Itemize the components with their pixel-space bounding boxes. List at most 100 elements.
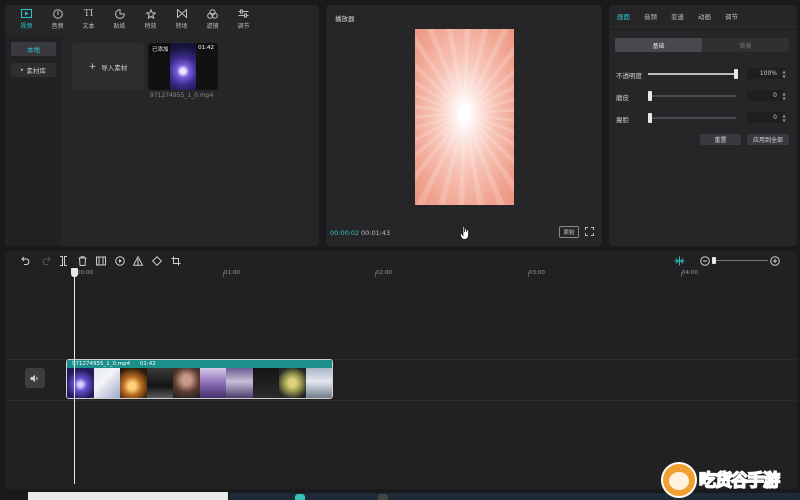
track-mute-button[interactable] (25, 368, 45, 388)
toolbar-transition[interactable]: 转场 (166, 5, 197, 33)
film-frame (279, 368, 306, 398)
toolbar-text[interactable]: TI 文本 (73, 5, 104, 33)
basic-background-toggle: 基础 背景 (615, 38, 789, 52)
aspect-ratio-button[interactable]: 原始 (559, 226, 579, 238)
toolbar-filter[interactable]: 滤镜 (197, 5, 228, 33)
smooth-skin-value[interactable]: 0 (747, 90, 785, 101)
timeline-clip-name: 971274955_1_0.mp4 (72, 361, 131, 367)
toolbar-sticker[interactable]: 贴纸 (104, 5, 135, 33)
transition-icon (176, 8, 188, 19)
reverse-play-icon[interactable] (114, 255, 125, 266)
tab-animation[interactable]: 动画 (698, 5, 725, 29)
os-taskbar-left (28, 492, 228, 500)
sidebar-item-local[interactable]: 本地 (11, 42, 56, 56)
timeline-toolbar (5, 251, 797, 270)
player-panel: 播放器 00:00:02 00:01:43 原始 (326, 5, 602, 246)
segment-background[interactable]: 背景 (702, 38, 789, 52)
film-frame (120, 368, 147, 398)
watermark-mascot-face (669, 472, 689, 490)
delete-icon[interactable] (77, 255, 88, 266)
timeline-clip-duration: 01:42 (139, 361, 156, 367)
timeline-ruler[interactable]: 00:00 01:00 02:00 03:00 04:00 (69, 270, 797, 280)
sticker-icon (114, 8, 126, 19)
import-media-button[interactable]: + 导入素材 (72, 43, 144, 90)
smooth-skin-stepper[interactable]: ▲ ▼ (781, 90, 787, 101)
toolbar-effects[interactable]: 特效 (135, 5, 166, 33)
toolbar-video-label: 视频 (20, 23, 33, 30)
opacity-label: 不透明度 (616, 72, 642, 80)
sidebar-item-library[interactable]: ▸ 素材库 (11, 63, 56, 77)
playhead[interactable] (74, 269, 75, 484)
plus-icon: + (88, 61, 97, 72)
opacity-slider-fill (648, 73, 736, 75)
smooth-skin-slider[interactable] (648, 91, 736, 101)
mirror-icon[interactable] (132, 255, 143, 266)
media-clip-thumbnail[interactable]: 已添加 01:42 (148, 43, 218, 90)
media-sidebar: 本地 ▸ 素材库 (5, 35, 62, 246)
zoom-slider-knob[interactable] (712, 257, 716, 264)
zoom-slider[interactable] (712, 257, 768, 264)
effects-icon (145, 8, 157, 19)
toolbar-audio-label: 音频 (51, 23, 64, 30)
slim-face-label: 瘦脸 (616, 116, 629, 124)
taskbar-app-icon[interactable] (378, 494, 388, 500)
clip-filmstrip (67, 368, 332, 398)
smooth-skin-label: 磨皮 (616, 94, 629, 102)
audio-icon (52, 8, 64, 19)
reset-button[interactable]: 重置 (700, 134, 741, 145)
opacity-slider[interactable] (648, 69, 738, 79)
watermark-logo: 吃货谷手游 (661, 460, 800, 500)
timeline-panel: 00:00 01:00 02:00 03:00 04:00 971274955_… (5, 251, 797, 489)
toolbar-sticker-label: 贴纸 (113, 23, 126, 30)
slim-face-stepper[interactable]: ▲ ▼ (781, 112, 787, 123)
apply-to-all-button[interactable]: 应用到全部 (747, 134, 789, 145)
undo-icon[interactable] (20, 255, 31, 266)
zoom-in-icon[interactable] (769, 255, 780, 266)
film-frame (305, 368, 332, 398)
split-icon[interactable] (58, 255, 69, 266)
caret-right-icon: ▸ (20, 67, 24, 73)
slim-face-slider-knob[interactable] (648, 113, 652, 123)
clip-header: 971274955_1_0.mp4 01:42 (67, 360, 332, 368)
tab-audio[interactable]: 音频 (644, 5, 671, 29)
rotate-icon[interactable] (151, 255, 162, 266)
toolbar-video[interactable]: 视频 (11, 5, 42, 33)
fullscreen-icon[interactable] (585, 227, 594, 236)
text-icon: TI (83, 8, 94, 19)
tab-adjust[interactable]: 调节 (725, 5, 752, 29)
opacity-value[interactable]: 100% (747, 68, 785, 79)
ruler-label: 02:00 (376, 270, 392, 276)
ruler-label: 03:00 (529, 270, 545, 276)
added-badge: 已添加 (151, 45, 170, 53)
freeze-frame-icon[interactable] (95, 255, 106, 266)
toolbar-effects-label: 特效 (144, 23, 157, 30)
redo-icon[interactable] (40, 255, 51, 266)
adjust-icon (238, 8, 250, 19)
toolbar-text-label: 文本 (82, 23, 95, 30)
toolbar-audio[interactable]: 音频 (42, 5, 73, 33)
opacity-slider-knob[interactable] (734, 69, 738, 79)
opacity-stepper[interactable]: ▲ ▼ (781, 68, 787, 79)
slim-face-slider[interactable] (648, 113, 736, 123)
media-panel: 视频 音频 TI 文本 贴纸 特效 转场 滤镜 调节 本地 ▸ 素材库 + 导入… (5, 5, 319, 246)
smooth-skin-slider-knob[interactable] (648, 91, 652, 101)
film-frame (173, 368, 200, 398)
filter-icon (207, 8, 219, 19)
crop-icon[interactable] (170, 255, 181, 266)
preview-canvas[interactable] (415, 29, 514, 205)
segment-basic[interactable]: 基础 (615, 38, 702, 52)
snap-toggle-icon[interactable] (674, 255, 685, 266)
film-frame (93, 368, 120, 398)
tab-picture[interactable]: 画面 (617, 5, 644, 29)
ruler-label: 01:00 (224, 270, 240, 276)
zoom-out-icon[interactable] (699, 255, 710, 266)
toolbar-adjust[interactable]: 调节 (228, 5, 259, 33)
tab-speed[interactable]: 变速 (671, 5, 698, 29)
media-toolbar: 视频 音频 TI 文本 贴纸 特效 转场 滤镜 调节 (5, 5, 319, 33)
slim-face-value[interactable]: 0 (747, 112, 785, 123)
toolbar-transition-label: 转场 (175, 23, 188, 30)
watermark-mascot-icon (661, 462, 697, 498)
film-frame (252, 368, 279, 398)
timeline-clip[interactable]: 971274955_1_0.mp4 01:42 (66, 359, 333, 399)
taskbar-app-icon[interactable] (295, 494, 305, 500)
